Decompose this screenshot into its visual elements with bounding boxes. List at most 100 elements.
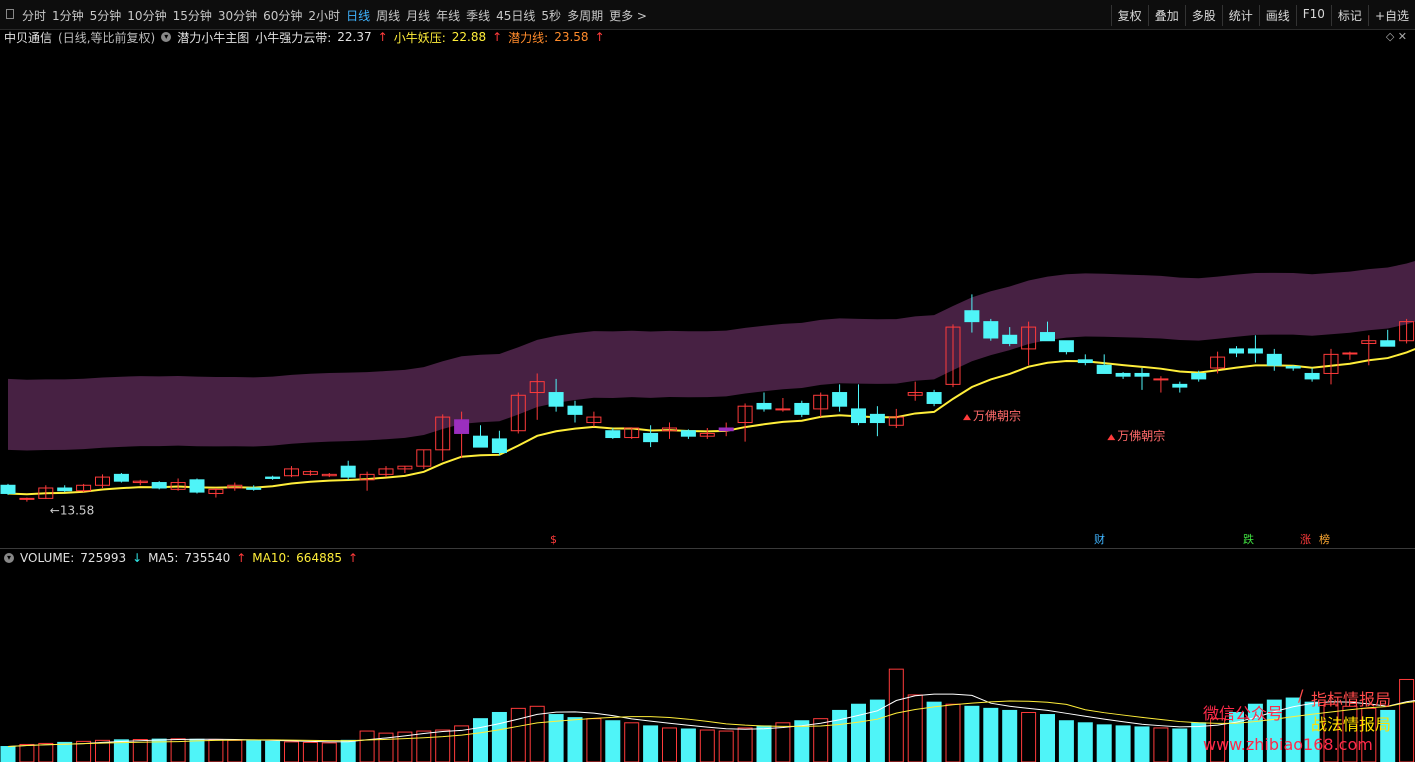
candle <box>548 392 564 407</box>
tab-period-10[interactable]: 月线 <box>406 7 430 24</box>
volume-bar <box>1021 711 1037 762</box>
candle <box>19 497 35 500</box>
candle <box>1134 372 1150 377</box>
volume-bar <box>907 694 923 762</box>
tab-period-7[interactable]: 2小时 <box>308 7 340 24</box>
candle <box>189 479 205 493</box>
tab-period-2[interactable]: 5分钟 <box>90 7 122 24</box>
candle <box>491 438 507 454</box>
tab-period-16[interactable]: 更多 > <box>609 7 647 24</box>
volume-bar <box>869 699 885 762</box>
volume-menu-icon[interactable]: ▾ <box>4 552 14 563</box>
tab-period-11[interactable]: 年线 <box>436 7 460 24</box>
event-marker: 涨 <box>1300 533 1311 546</box>
tab-period-5[interactable]: 30分钟 <box>218 7 257 24</box>
cloud-label: 小牛强力云带: <box>255 30 332 45</box>
volume-bar <box>302 741 318 762</box>
volume-bar <box>151 738 167 762</box>
up-arrow-icon: ↑ <box>492 30 503 44</box>
candle <box>340 465 356 478</box>
price-chart[interactable]: ↙27.69←13.58万佛朝宗万佛朝宗$财跌涨榜 <box>0 46 1415 548</box>
tab-period-1[interactable]: 1分钟 <box>52 7 84 24</box>
tab-period-13[interactable]: 45日线 <box>496 7 535 24</box>
volume-bar <box>643 725 659 762</box>
event-marker: 榜 <box>1319 532 1330 546</box>
candle <box>1247 348 1263 354</box>
tool-button-0[interactable]: 复权 <box>1110 5 1148 26</box>
candle <box>1191 372 1207 380</box>
volume-bar <box>473 718 488 762</box>
ma5-value: 735540 <box>184 550 231 565</box>
candle <box>1153 378 1169 381</box>
tab-period-15[interactable]: 多周期 <box>567 7 603 24</box>
candle <box>605 430 621 439</box>
volume-bar <box>19 743 35 762</box>
down-arrow-icon: ↓ <box>132 550 143 565</box>
candle <box>246 487 262 490</box>
volume-bar <box>435 729 451 762</box>
volume-bar <box>227 739 243 762</box>
cloud-band <box>8 261 1415 451</box>
sidebar-toggle-icon[interactable] <box>6 9 14 19</box>
volume-bar <box>359 730 375 762</box>
volume-bar <box>132 739 148 762</box>
tab-period-6[interactable]: 60分钟 <box>263 7 302 24</box>
tool-button-2[interactable]: 多股 <box>1184 5 1222 26</box>
volume-bar <box>454 725 470 762</box>
candle <box>983 321 999 339</box>
candle <box>1172 383 1188 388</box>
candle <box>473 435 488 448</box>
candle <box>1096 364 1112 374</box>
tab-period-3[interactable]: 10分钟 <box>127 7 166 24</box>
candle <box>567 405 583 415</box>
ma10-label: MA10: <box>252 550 291 565</box>
candle <box>1229 348 1244 354</box>
volume-bar <box>662 727 677 762</box>
tab-period-9[interactable]: 周线 <box>376 7 400 24</box>
tool-button-1[interactable]: 叠加 <box>1147 5 1185 26</box>
candle <box>680 430 696 437</box>
indicator-menu-icon[interactable]: ▾ <box>161 32 172 42</box>
tab-period-8[interactable]: 日线 <box>346 7 370 24</box>
volume-bar <box>1077 722 1093 762</box>
volume-value: 725993 <box>80 550 127 565</box>
watermark-divider: / <box>1298 686 1304 705</box>
volume-bar <box>76 740 92 762</box>
tab-period-12[interactable]: 季线 <box>466 7 490 24</box>
candle <box>1380 340 1396 347</box>
volume-bar <box>983 707 999 762</box>
diamond-icon[interactable]: ◇ <box>1386 30 1394 43</box>
candle <box>1058 340 1074 353</box>
candle <box>151 482 167 489</box>
volume-bar <box>964 705 980 762</box>
tab-period-14[interactable]: 5秒 <box>541 7 561 24</box>
watermark-name1: 指标情报局 <box>1311 690 1392 709</box>
tool-button-6[interactable]: 标记 <box>1330 5 1368 26</box>
volume-bar <box>189 738 205 762</box>
stock-name[interactable]: 中贝通信 <box>4 29 52 46</box>
indicator-name[interactable]: 潜力小牛主图 <box>177 29 249 46</box>
candle <box>1266 353 1282 366</box>
low-price-label: ←13.58 <box>50 503 94 517</box>
volume-bar <box>718 730 734 762</box>
tool-button-4[interactable]: 画线 <box>1258 5 1296 26</box>
volume-bar <box>680 728 696 762</box>
tool-button-5[interactable]: F10 <box>1295 5 1331 26</box>
volume-bar <box>775 722 791 762</box>
close-icon[interactable]: ✕ <box>1398 30 1407 43</box>
candle <box>1115 372 1131 377</box>
volume-bar <box>1058 720 1074 762</box>
volume-bar <box>1172 728 1188 762</box>
signal-label: 万佛朝宗 <box>973 408 1021 423</box>
candle <box>454 419 470 434</box>
tool-button-3[interactable]: 统计 <box>1221 5 1259 26</box>
adjust-mode[interactable]: (日线,等比前复权) <box>58 29 155 46</box>
tab-period-0[interactable]: 分时 <box>22 7 46 24</box>
candle <box>643 432 659 443</box>
tab-period-4[interactable]: 15分钟 <box>173 7 212 24</box>
up-arrow-icon: ↑ <box>347 550 359 565</box>
volume-bar <box>510 707 526 762</box>
volume-bar <box>170 738 186 762</box>
tool-button-7[interactable]: +自选 <box>1367 5 1415 26</box>
signal-arrow-icon <box>963 414 971 421</box>
